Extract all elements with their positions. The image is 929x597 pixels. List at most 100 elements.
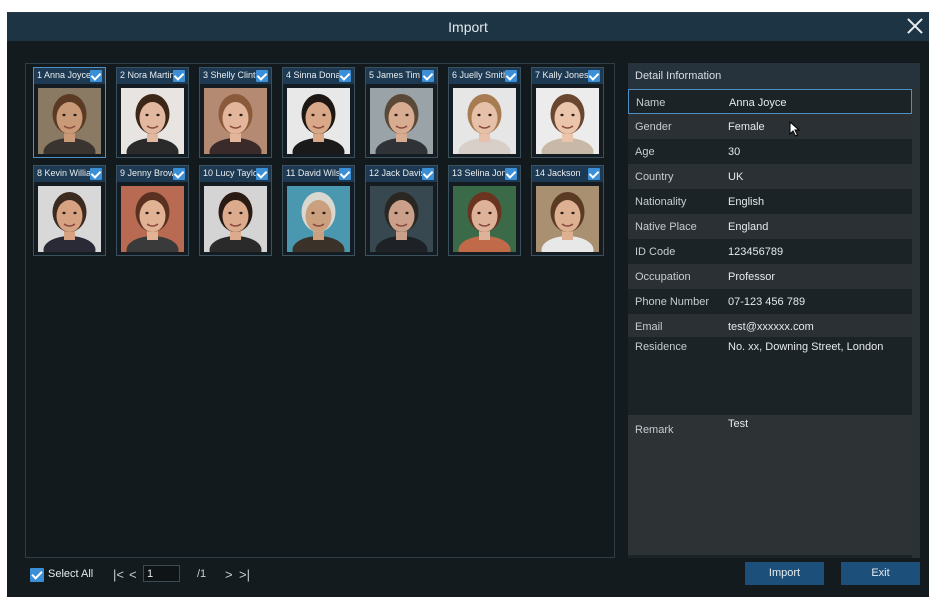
face-card-checkbox[interactable] [339,168,351,180]
face-card-label: 14 Jackson [535,168,581,178]
face-card-checkbox[interactable] [256,70,268,82]
first-page-button[interactable]: |< [113,567,124,582]
face-grid: 1 Anna Joyce 2 Nora Martin 3 Shelly Clinto… [25,63,615,558]
face-card-header: 14 Jackson [532,166,603,182]
face-card-label: 1 Anna Joyce [37,70,91,80]
face-card[interactable]: 8 Kevin William [33,165,106,256]
import-dialog: Import 1 Anna Joyce 2 Nora Martin 3 Shelly… [7,12,929,597]
detail-value: Anna Joyce [729,97,787,109]
detail-key: Email [635,321,663,333]
face-photo [536,186,599,252]
face-card-checkbox[interactable] [422,70,434,82]
face-card[interactable]: 1 Anna Joyce [33,67,106,158]
face-card-checkbox[interactable] [339,70,351,82]
face-card-checkbox[interactable] [173,168,185,180]
face-card-checkbox[interactable] [256,168,268,180]
detail-key: Gender [635,121,672,133]
next-page-button[interactable]: > [225,567,233,582]
face-card-checkbox[interactable] [90,168,102,180]
dialog-title: Import [448,19,488,35]
detail-value: test@xxxxxx.com [728,321,814,333]
detail-value: 07-123 456 789 [728,296,806,308]
detail-key: Country [635,171,674,183]
select-all-label: Select All [48,568,94,580]
detail-row[interactable]: ID Code 123456789 [628,239,912,264]
face-card-label: 5 James Tim [369,70,421,80]
face-card-label: 13 Selina Jones [452,168,506,178]
face-card-label: 8 Kevin William [37,168,91,178]
page-total: /1 [197,568,207,580]
detail-value: 123456789 [728,246,784,258]
face-card-checkbox[interactable] [505,70,517,82]
detail-panel: Detail Information Name Anna Joyce Gender F… [628,63,920,558]
face-card[interactable]: 9 Jenny Brown [116,165,189,256]
face-photo [121,186,184,252]
face-card[interactable]: 14 Jackson [531,165,604,256]
face-card[interactable]: 5 James Tim [365,67,438,158]
face-card-header: 3 Shelly Clinton [200,68,271,84]
face-card-header: 9 Jenny Brown [117,166,188,182]
import-button[interactable]: Import [745,562,824,585]
detail-key: Name [636,97,666,109]
detail-key: ID Code [635,246,676,258]
detail-row[interactable]: Name Anna Joyce [628,89,912,114]
residence-key: Residence [635,341,687,353]
face-photo [287,88,350,154]
face-photo [38,186,101,252]
detail-row[interactable]: Gender Female [628,114,912,139]
detail-row[interactable]: Native Place England [628,214,912,239]
detail-value: UK [728,171,744,183]
detail-header: Detail Information [628,63,920,89]
face-photo [453,88,516,154]
face-card[interactable]: 13 Selina Jones [448,165,521,256]
face-card-header: 1 Anna Joyce [34,68,105,84]
face-card-label: 6 Juelly Smith [452,70,506,80]
face-card-label: 10 Lucy Taylor [203,168,257,178]
mouse-cursor-icon [789,121,801,137]
face-photo [370,88,433,154]
detail-value: Female [728,121,765,133]
face-card[interactable]: 3 Shelly Clinton [199,67,272,158]
face-card[interactable]: 6 Juelly Smith [448,67,521,158]
face-card-header: 2 Nora Martin [117,68,188,84]
face-card[interactable]: 10 Lucy Taylor [199,165,272,256]
face-card-header: 6 Juelly Smith [449,68,520,84]
face-card-header: 4 Sinna Donald [283,68,354,84]
face-card[interactable]: 2 Nora Martin [116,67,189,158]
face-card[interactable]: 12 Jack Davis [365,165,438,256]
detail-row[interactable]: Occupation Professor [628,264,912,289]
last-page-button[interactable]: >| [239,567,250,582]
face-card-checkbox[interactable] [173,70,185,82]
detail-row[interactable]: Nationality English [628,189,912,214]
face-card-header: 5 James Tim [366,68,437,84]
page-number-input[interactable] [143,565,180,582]
residence-field[interactable]: Residence No. xx, Downing Street, London [628,337,912,413]
detail-row[interactable]: Country UK [628,164,912,189]
face-card-checkbox[interactable] [505,168,517,180]
detail-row[interactable]: Email test@xxxxxx.com [628,314,912,339]
face-photo [204,186,267,252]
face-card[interactable]: 4 Sinna Donald [282,67,355,158]
face-card[interactable]: 11 David Wilson [282,165,355,256]
face-card-header: 12 Jack Davis [366,166,437,182]
detail-key: Nationality [635,196,687,208]
face-card-checkbox[interactable] [588,168,600,180]
face-card-checkbox[interactable] [588,70,600,82]
checkbox-checked-icon[interactable] [30,568,44,582]
face-card-checkbox[interactable] [422,168,434,180]
close-icon[interactable] [905,16,925,36]
detail-row[interactable]: Age 30 [628,139,912,164]
face-card-checkbox[interactable] [90,70,102,82]
detail-key: Phone Number [635,296,709,308]
exit-button[interactable]: Exit [841,562,920,585]
remark-value: Test [728,418,749,430]
detail-row[interactable]: Phone Number 07-123 456 789 [628,289,912,314]
face-photo [370,186,433,252]
detail-value: England [728,221,769,233]
face-card-label: 2 Nora Martin [120,70,174,80]
face-card[interactable]: 7 Kally Jones [531,67,604,158]
face-photo [536,88,599,154]
remark-field[interactable]: Remark Test [628,415,912,555]
detail-scrollbar[interactable] [912,89,920,558]
prev-page-button[interactable]: < [129,567,137,582]
